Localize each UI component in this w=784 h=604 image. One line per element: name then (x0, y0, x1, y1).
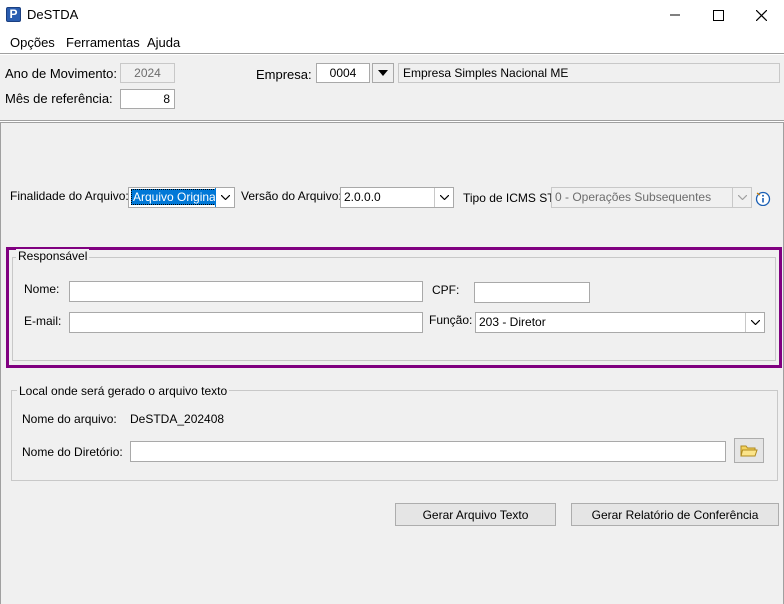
finalidade-selected-value: Arquivo Original (131, 189, 221, 205)
empresa-label: Empresa: (256, 67, 312, 82)
mes-field[interactable]: 8 (120, 89, 175, 109)
menu-ajuda[interactable]: Ajuda (147, 35, 180, 50)
chevron-down-icon (737, 195, 747, 200)
maximize-icon (712, 9, 724, 21)
app-logo-icon: P (6, 7, 21, 22)
icms-label: Tipo de ICMS ST: (463, 191, 557, 205)
minimize-button[interactable] (652, 0, 698, 30)
local-group-title: Local onde será gerado o arquivo texto (17, 384, 230, 398)
local-group (11, 390, 778, 481)
gerar-arquivo-texto-button[interactable]: Gerar Arquivo Texto (395, 503, 556, 526)
maximize-button[interactable] (695, 0, 741, 30)
versao-select[interactable]: 2.0.0.0 (340, 187, 454, 208)
nome-arquivo-value: DeSTDA_202408 (130, 412, 225, 426)
funcao-dropdown-arrow[interactable] (745, 313, 764, 332)
ano-label: Ano de Movimento: (5, 66, 118, 81)
icms-selected-value: 0 - Operações Subsequentes (555, 190, 712, 204)
email-input[interactable] (69, 312, 423, 333)
empresa-dropdown-button[interactable] (372, 63, 394, 83)
responsavel-group (12, 257, 776, 361)
window-title: DeSTDA (27, 7, 79, 22)
nome-arquivo-label: Nome do arquivo: (22, 412, 117, 426)
gerar-relatorio-button[interactable]: Gerar Relatório de Conferência (571, 503, 779, 526)
header-panel: Ano de Movimento: 2024 Mês de referência… (0, 55, 784, 120)
main-panel: Finalidade do Arquivo: Arquivo Original … (0, 123, 784, 604)
finalidade-select[interactable]: Arquivo Original (128, 187, 235, 208)
chevron-down-icon (220, 195, 230, 200)
diretorio-input[interactable] (130, 441, 726, 462)
icms-select: 0 - Operações Subsequentes (551, 187, 752, 208)
info-icon[interactable] (755, 190, 771, 207)
minimize-icon (670, 14, 680, 16)
funcao-label: Função: (429, 313, 473, 327)
empresa-code-field[interactable]: 0004 (316, 63, 370, 83)
diretorio-label: Nome do Diretório: (22, 445, 123, 459)
close-button[interactable] (738, 0, 784, 30)
ano-field: 2024 (120, 63, 175, 83)
cpf-label: CPF: (432, 283, 460, 297)
folder-icon (740, 445, 758, 456)
funcao-select[interactable]: 203 - Diretor (475, 312, 765, 333)
finalidade-dropdown-arrow[interactable] (215, 188, 234, 207)
chevron-down-icon (378, 70, 388, 76)
responsavel-group-title: Responsável (16, 249, 90, 263)
versao-dropdown-arrow[interactable] (434, 188, 453, 207)
empresa-name-field: Empresa Simples Nacional ME (398, 63, 780, 83)
mes-label: Mês de referência: (5, 91, 113, 106)
menu-ferramentas[interactable]: Ferramentas (66, 35, 140, 50)
versao-label: Versão do Arquivo: (241, 189, 342, 203)
chevron-down-icon (439, 195, 449, 200)
funcao-selected-value: 203 - Diretor (479, 315, 546, 329)
title-bar: P DeSTDA (0, 0, 784, 30)
icms-dropdown-arrow (732, 188, 751, 207)
cpf-input[interactable] (474, 282, 590, 303)
menu-bar: Opções Ferramentas Ajuda (0, 31, 784, 53)
chevron-down-icon (750, 320, 760, 325)
nome-label: Nome: (24, 282, 60, 296)
email-label: E-mail: (24, 314, 62, 328)
nome-input[interactable] (69, 281, 423, 302)
versao-selected-value: 2.0.0.0 (344, 190, 381, 204)
browse-folder-button[interactable] (734, 438, 764, 463)
finalidade-label: Finalidade do Arquivo: (10, 189, 129, 203)
close-icon (755, 9, 767, 21)
menu-opcoes[interactable]: Opções (10, 35, 55, 50)
